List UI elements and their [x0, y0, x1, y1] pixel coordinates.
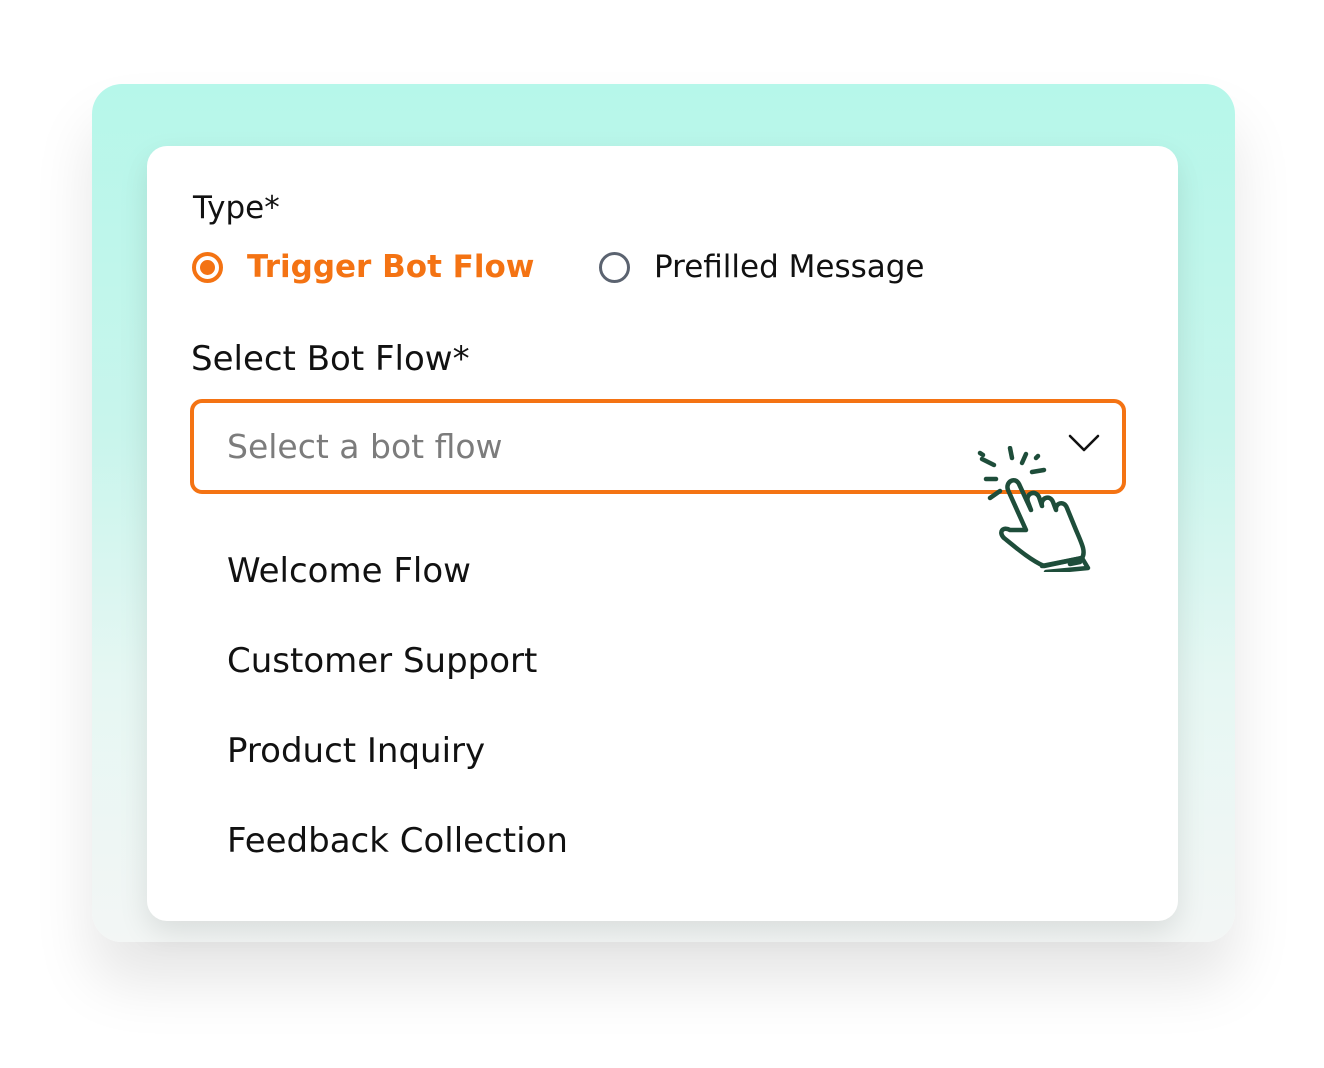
select-placeholder: Select a bot flow: [227, 427, 503, 466]
radio-label-trigger-bot-flow: Trigger Bot Flow: [247, 249, 535, 285]
radio-checked-icon: [192, 251, 223, 283]
radio-prefilled-message[interactable]: Prefilled Message: [599, 249, 925, 285]
dropdown-option-welcome-flow[interactable]: Welcome Flow: [227, 546, 568, 636]
select-bot-flow-label: Select Bot Flow*: [191, 339, 470, 379]
hand-pointer-icon: [977, 446, 1091, 572]
radio-label-prefilled-message: Prefilled Message: [654, 249, 925, 285]
dropdown-option-product-inquiry[interactable]: Product Inquiry: [227, 726, 568, 816]
dropdown-option-feedback-collection[interactable]: Feedback Collection: [227, 816, 568, 906]
radio-trigger-bot-flow[interactable]: Trigger Bot Flow: [192, 249, 534, 285]
type-label: Type*: [193, 190, 280, 226]
stage: Type* Trigger Bot Flow Prefilled Message…: [0, 0, 1324, 1068]
radio-unchecked-icon: [599, 251, 630, 283]
dropdown-options: Welcome Flow Customer Support Product In…: [227, 546, 568, 906]
dropdown-option-customer-support[interactable]: Customer Support: [227, 636, 568, 726]
